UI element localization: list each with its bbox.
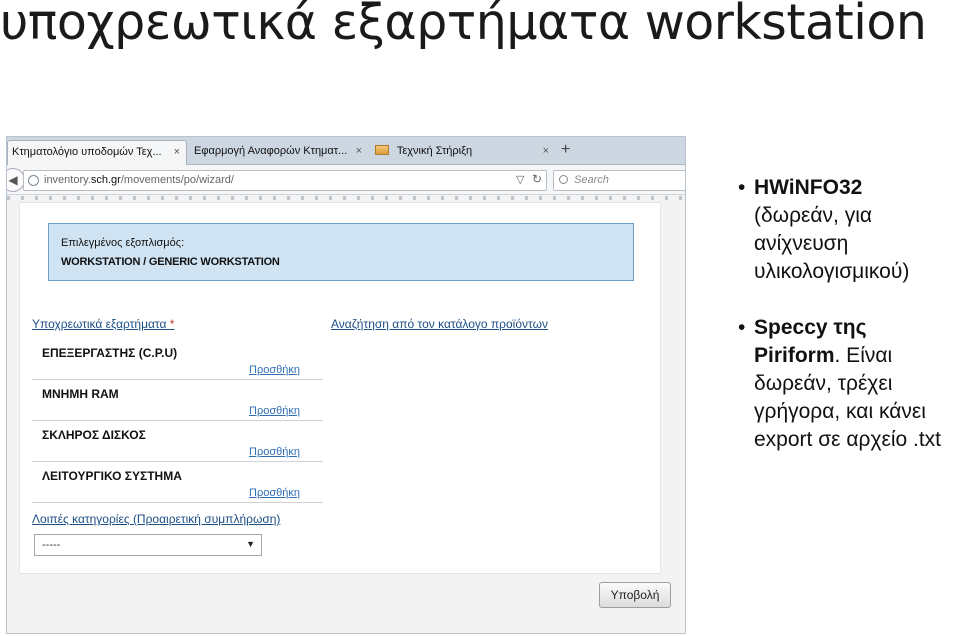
required-asterisk: * [169, 317, 175, 331]
tab-label: Κτηματολόγιο υποδομών Τεχ... [12, 146, 162, 158]
selected-equipment-label: Επιλεγμένος εξοπλισμός: [61, 237, 185, 249]
bullet-text: (δωρεάν, για ανίχνευση υλικολογισμικού) [754, 204, 910, 283]
close-icon[interactable]: × [543, 145, 549, 157]
selected-equipment-box: Επιλεγμένος εξοπλισμός: WORKSTATION / GE… [48, 223, 634, 281]
search-input[interactable]: Search [553, 170, 685, 191]
component-name: ΛΕΙΤΟΥΡΓΙΚΟ ΣΥΣΤΗΜΑ [42, 469, 182, 483]
add-link[interactable]: Προσθήκη [249, 405, 300, 417]
component-name: ΣΚΛΗΡΟΣ ΔΙΣΚΟΣ [42, 428, 146, 442]
new-tab-button[interactable]: + [561, 141, 570, 159]
chevron-down-icon: ▼ [246, 539, 255, 549]
folder-icon [375, 145, 389, 155]
add-link[interactable]: Προσθήκη [249, 487, 300, 499]
globe-icon [28, 175, 39, 186]
component-row: ΜΝΗΜΗ RAM Προσθήκη [32, 380, 323, 421]
component-row: ΕΠΕΞΕΡΓΑΣΤΗΣ (C.P.U) Προσθήκη [32, 339, 323, 380]
tab-inventory[interactable]: Κτηματολόγιο υποδομών Τεχ... × [7, 140, 187, 165]
nav-bar: ◀ inventory.sch.gr/movements/po/wizard/ … [7, 166, 685, 195]
component-row: ΣΚΛΗΡΟΣ ΔΙΣΚΟΣ Προσθήκη [32, 421, 323, 462]
optional-category-select[interactable]: ----- ▼ [34, 534, 262, 556]
bullet-speccy: Speccy της Piriform. Είναι δωρεάν, τρέχε… [738, 314, 956, 454]
optional-categories-heading: Λοιπές κατηγορίες (Προαιρετική συμπλήρωσ… [32, 512, 281, 526]
tab-support[interactable]: Τεχνική Στήριξη × [371, 140, 555, 165]
selected-equipment-value: WORKSTATION / GENERIC WORKSTATION [61, 256, 280, 268]
add-link[interactable]: Προσθήκη [249, 446, 300, 458]
submit-button[interactable]: Υποβολή [599, 582, 671, 608]
url-text: inventory.sch.gr/movements/po/wizard/ [44, 174, 234, 186]
bullet-bold: HWiNFO32 [754, 176, 863, 199]
search-icon [559, 175, 568, 184]
close-icon[interactable]: × [174, 146, 180, 158]
tab-label: Εφαρμογή Αναφορών Κτηματ... [194, 145, 348, 157]
wizard-panel: Επιλεγμένος εξοπλισμός: WORKSTATION / GE… [19, 202, 661, 574]
slide-title: υποχρεωτικά εξαρτήματα workstation [0, 0, 927, 51]
chevron-down-icon[interactable]: ▽ [516, 173, 524, 186]
component-name: ΜΝΗΜΗ RAM [42, 387, 119, 401]
required-components-heading: Υποχρεωτικά εξαρτήματα * [32, 317, 175, 331]
tab-label: Τεχνική Στήριξη [396, 145, 473, 157]
bullet-list: HWiNFO32 (δωρεάν, για ανίχνευση υλικολογ… [738, 174, 956, 454]
reload-icon[interactable]: ↻ [532, 172, 542, 186]
component-row: ΛΕΙΤΟΥΡΓΙΚΟ ΣΥΣΤΗΜΑ Προσθήκη [32, 462, 323, 503]
cut-off-content [7, 196, 685, 200]
tab-strip: Κτηματολόγιο υποδομών Τεχ... × Εφαρμογή … [7, 137, 685, 165]
search-placeholder: Search [574, 174, 609, 186]
address-bar[interactable]: inventory.sch.gr/movements/po/wizard/ ▽ … [23, 170, 547, 191]
catalog-search-link[interactable]: Αναζήτηση από τον κατάλογο προϊόντων [331, 317, 548, 331]
bullet-hwinfo: HWiNFO32 (δωρεάν, για ανίχνευση υλικολογ… [738, 174, 956, 286]
browser-window: Κτηματολόγιο υποδομών Τεχ... × Εφαρμογή … [6, 136, 686, 634]
add-link[interactable]: Προσθήκη [249, 364, 300, 376]
select-value: ----- [42, 539, 61, 551]
page-content: Επιλεγμένος εξοπλισμός: WORKSTATION / GE… [7, 196, 685, 633]
close-icon[interactable]: × [356, 145, 362, 157]
component-name: ΕΠΕΞΕΡΓΑΣΤΗΣ (C.P.U) [42, 346, 178, 360]
tab-reports[interactable]: Εφαρμογή Αναφορών Κτηματ... × [190, 140, 368, 165]
